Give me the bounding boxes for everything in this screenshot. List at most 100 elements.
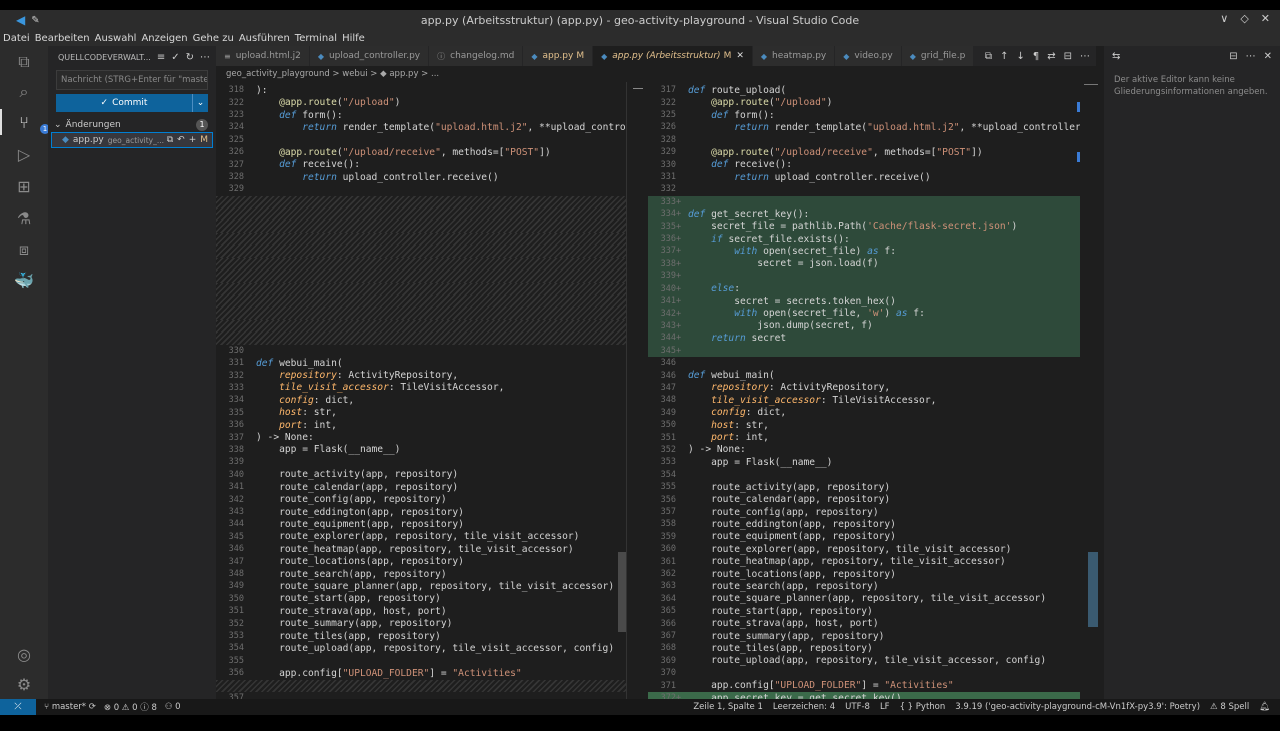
code-line[interactable] — [216, 195, 626, 209]
code-line[interactable]: 318): — [216, 84, 626, 96]
menu-bearbeiten[interactable]: Bearbeiten — [35, 33, 90, 44]
code-line[interactable]: 357 — [216, 692, 626, 699]
open-file-icon[interactable]: ⧉ — [985, 51, 992, 62]
more-actions-icon[interactable]: ⋯ — [200, 52, 210, 63]
code-line[interactable]: 324 return render_template("upload.html.… — [216, 121, 626, 133]
code-line[interactable]: 343 route_eddington(app, repository) — [216, 506, 626, 518]
search-icon[interactable]: ⌕ — [14, 82, 34, 102]
code-line[interactable]: 345 + — [648, 344, 1096, 357]
source-control-icon[interactable]: ⑂ 1 — [14, 112, 50, 134]
encoding[interactable]: UTF-8 — [845, 702, 870, 712]
code-line[interactable]: 358 route_eddington(app, repository) — [648, 518, 1096, 530]
collapse-all-icon[interactable]: ⊟ — [1229, 51, 1237, 62]
code-line[interactable]: 349 config: dict, — [648, 407, 1096, 419]
menu-datei[interactable]: Datei — [3, 33, 30, 44]
run-debug-icon[interactable]: ▷ — [14, 144, 34, 164]
code-line[interactable]: 335 host: str, — [216, 407, 626, 419]
tab-app-py[interactable]: ◆ app.py M — [523, 46, 594, 66]
extensions-icon[interactable]: ⊞ — [14, 176, 34, 196]
code-line[interactable]: 352) -> None: — [648, 444, 1096, 456]
code-line[interactable]: 361 route_heatmap(app, repository, tile_… — [648, 555, 1096, 567]
code-line[interactable] — [216, 245, 626, 258]
code-line[interactable]: 334 + def get_secret_key(): — [648, 208, 1096, 221]
code-line[interactable]: 337 + with open(secret_file) as f: — [648, 245, 1096, 258]
code-line[interactable]: 348 tile_visit_accessor: TileVisitAccess… — [648, 394, 1096, 406]
spell-check[interactable]: ⚠ 8 Spell — [1210, 702, 1249, 712]
code-line[interactable]: 368 route_tiles(app, repository) — [648, 642, 1096, 654]
tab-grid-file[interactable]: ◆ grid_file.p — [901, 46, 975, 66]
code-line[interactable]: 356 route_calendar(app, repository) — [648, 493, 1096, 505]
code-line[interactable]: 351 route_strava(app, host, port) — [216, 605, 626, 617]
remote-explorer-icon[interactable]: ⧈ — [14, 240, 34, 260]
code-line[interactable]: 346 — [648, 357, 1096, 369]
code-line[interactable]: 364 route_square_planner(app, repository… — [648, 593, 1096, 605]
commit-message-input[interactable]: Nachricht (STRG+Enter für "maste... — [56, 70, 208, 90]
tab-upload-controller[interactable]: ◆ upload_controller.py — [309, 46, 430, 66]
code-line[interactable]: 352 route_summary(app, repository) — [216, 617, 626, 629]
code-line[interactable]: 354 — [648, 469, 1096, 481]
arrow-down-icon[interactable]: ↓ — [1016, 51, 1024, 62]
code-line[interactable]: 354 route_upload(app, repository, tile_v… — [216, 642, 626, 654]
code-line[interactable]: 340 route_activity(app, repository) — [216, 469, 626, 481]
code-line[interactable]: 346 route_heatmap(app, repository, tile_… — [216, 543, 626, 555]
more-actions-icon[interactable]: ⋯ — [1246, 51, 1256, 62]
tab-video[interactable]: ◆ video.py — [835, 46, 902, 66]
stage-changes-icon[interactable]: + — [189, 135, 197, 145]
code-line[interactable]: 359 route_equipment(app, repository) — [648, 531, 1096, 543]
code-line[interactable]: 330 def receive(): — [648, 158, 1096, 170]
code-line[interactable]: 366 route_strava(app, host, port) — [648, 617, 1096, 629]
code-line[interactable]: 322 @app.route("/upload") — [648, 96, 1096, 108]
code-line[interactable]: 362 route_locations(app, repository) — [648, 568, 1096, 580]
tab-app-py-worktree[interactable]: ◆ app.py (Arbeitsstruktur) M ✕ — [593, 46, 753, 66]
code-line[interactable]: 357 route_config(app, repository) — [648, 506, 1096, 518]
code-line[interactable] — [216, 257, 626, 271]
code-line[interactable]: 326 return render_template("upload.html.… — [648, 121, 1096, 133]
end-of-line[interactable]: LF — [880, 702, 890, 712]
code-line[interactable]: 322 @app.route("/upload") — [216, 96, 626, 108]
diff-editor-modified[interactable]: 317 def route_upload(322 @app.route("/upl… — [648, 82, 1096, 699]
code-line[interactable]: 341 + secret = secrets.token_hex() — [648, 294, 1096, 308]
tab-upload-html[interactable]: ≡ upload.html.j2 — [216, 46, 310, 66]
code-line[interactable]: 371 app.config["UPLOAD_FOLDER"] = "Activ… — [648, 680, 1096, 692]
view-as-list-icon[interactable]: ≡ — [157, 52, 165, 63]
code-line[interactable]: 329 @app.route("/upload/receive", method… — [648, 146, 1096, 158]
diff-editor-original[interactable]: 318): 322 @app.route("/upload") 323 def fo… — [216, 82, 626, 699]
code-line[interactable]: 347 route_locations(app, repository) — [216, 555, 626, 567]
pin-icon[interactable]: ✎ — [31, 15, 39, 26]
code-line[interactable]: 342 route_config(app, repository) — [216, 493, 626, 505]
code-line[interactable]: 338 + secret = json.load(f) — [648, 257, 1096, 271]
tab-heatmap[interactable]: ◆ heatmap.py — [752, 46, 836, 66]
code-line[interactable]: 355 — [216, 655, 626, 667]
code-line[interactable]: 325 def form(): — [648, 109, 1096, 121]
code-line[interactable]: 344 + return secret — [648, 332, 1096, 345]
close-window-icon[interactable]: ✕ — [1261, 12, 1270, 25]
remote-indicator[interactable]: ⤫ — [0, 699, 36, 715]
code-line[interactable] — [216, 270, 626, 283]
code-line[interactable]: 369 route_upload(app, repository, tile_v… — [648, 655, 1096, 667]
discard-changes-icon[interactable]: ↶ — [177, 135, 185, 145]
code-line[interactable]: 332 repository: ActivityRepository, — [216, 369, 626, 381]
code-line[interactable]: 326 @app.route("/upload/receive", method… — [216, 146, 626, 158]
code-line[interactable]: 353 route_tiles(app, repository) — [216, 630, 626, 642]
code-line[interactable]: 333 tile_visit_accessor: TileVisitAccess… — [216, 382, 626, 394]
menu-terminal[interactable]: Terminal — [295, 33, 337, 44]
code-line[interactable]: 339 — [216, 456, 626, 468]
notifications-bell-icon[interactable]: 🔔︎ — [1259, 702, 1270, 712]
menu-auswahl[interactable]: Auswahl — [95, 33, 137, 44]
code-line[interactable]: 335 + secret_file = pathlib.Path('Cache/f… — [648, 220, 1096, 233]
maximize-icon[interactable]: ◇ — [1240, 12, 1248, 25]
code-line[interactable]: 343 + json.dump(secret, f) — [648, 319, 1096, 333]
overview-ruler[interactable] — [1080, 82, 1104, 699]
scrollbar-thumb[interactable] — [1088, 552, 1098, 627]
commit-button[interactable]: ✓ Commit — [56, 94, 192, 112]
branch-indicator[interactable]: ⑂ master* ⟳ — [44, 702, 96, 712]
code-line[interactable]: 365 route_start(app, repository) — [648, 605, 1096, 617]
menu-gehe-zu[interactable]: Gehe zu — [193, 33, 234, 44]
explorer-icon[interactable]: ⧉ — [14, 52, 34, 72]
settings-gear-icon[interactable]: ⚙ — [14, 674, 34, 694]
code-line[interactable]: 333 + — [648, 195, 1096, 209]
code-line[interactable]: 350 host: str, — [648, 419, 1096, 431]
language-mode[interactable]: { } Python — [900, 702, 946, 712]
code-line[interactable]: 353 app = Flask(__name__) — [648, 456, 1096, 468]
refresh-icon[interactable]: ↻ — [186, 52, 194, 63]
